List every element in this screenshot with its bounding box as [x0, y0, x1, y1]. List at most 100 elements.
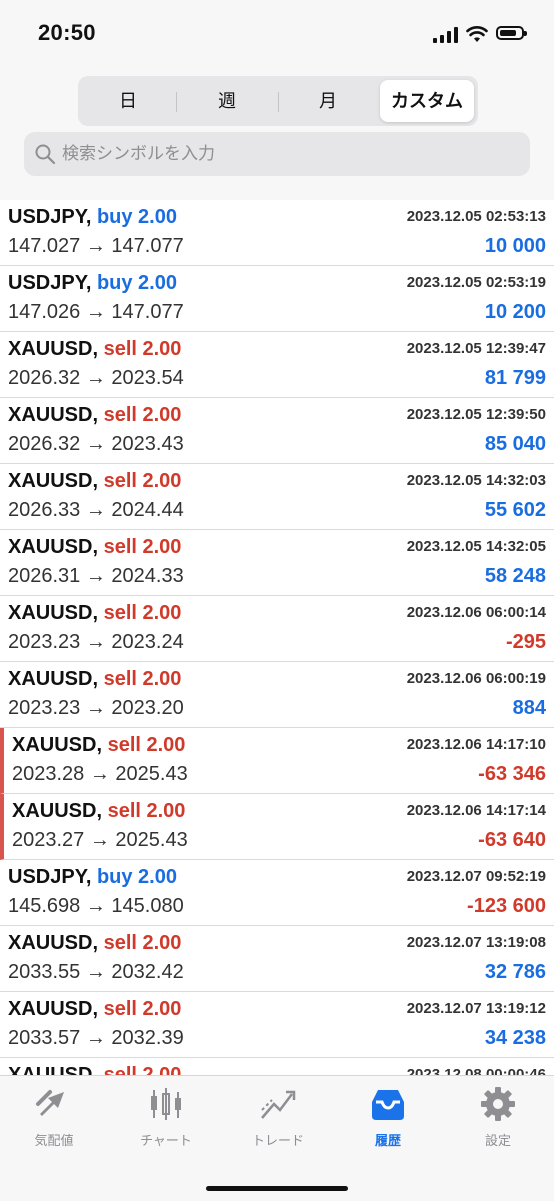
settings-icon	[481, 1087, 515, 1121]
price-arrow: →	[89, 829, 110, 851]
trade-time: 2023.12.05 12:39:47	[406, 340, 546, 357]
trade-time: 2023.12.05 14:32:05	[406, 538, 546, 555]
open-price: 2023.23	[8, 697, 81, 719]
open-price: 2026.32	[8, 433, 81, 455]
search-input[interactable]	[62, 132, 512, 176]
trade-time: 2023.12.06 06:00:19	[406, 670, 546, 687]
segment-day[interactable]: 日	[82, 80, 174, 122]
close-price: 2025.43	[115, 829, 188, 851]
trade-symbol: XAUUSD,	[8, 998, 99, 1020]
trade-symbol-line: XAUUSD, sell 2.00	[8, 602, 181, 625]
trade-profit: 34 238	[484, 1027, 546, 1049]
open-price: 2023.23	[8, 631, 81, 653]
trade-profit: 10 000	[484, 235, 546, 257]
trade-symbol-line: XAUUSD, sell 2.00	[8, 1064, 181, 1075]
search-bar[interactable]	[24, 132, 530, 176]
wifi-icon	[466, 26, 488, 42]
trade-time: 2023.12.06 06:00:14	[406, 604, 546, 621]
trade-row[interactable]: XAUUSD, sell 2.00 2023.12.06 14:17:10 2023…	[0, 728, 554, 794]
trade-symbol: XAUUSD,	[12, 734, 103, 756]
trade-symbol: XAUUSD,	[8, 404, 99, 426]
trade-row[interactable]: XAUUSD, sell 2.00 2023.12.06 14:17:14 2023…	[0, 794, 554, 860]
tab-trade[interactable]: トレード	[228, 1084, 328, 1149]
trade-profit: -295	[505, 631, 546, 653]
trade-prices: 2026.33 → 2024.44	[8, 499, 184, 522]
open-price: 2023.27	[12, 829, 85, 851]
trade-symbol: XAUUSD,	[8, 470, 99, 492]
tab-history[interactable]: 履歴	[338, 1084, 438, 1149]
tab-label: トレード	[251, 1133, 304, 1148]
close-price: 2023.54	[111, 367, 184, 389]
tab-quotes[interactable]: 気配値	[4, 1084, 104, 1149]
open-price: 2026.33	[8, 499, 81, 521]
trade-side: buy 2.00	[96, 272, 177, 294]
trade-prices: 147.027 → 147.077	[8, 235, 184, 258]
trade-symbol: USDJPY,	[8, 272, 92, 294]
close-price: 2032.39	[111, 1027, 184, 1049]
trade-prices: 2023.28 → 2025.43	[12, 763, 188, 786]
search-icon	[35, 144, 56, 165]
close-price: 2025.43	[115, 763, 188, 785]
close-price: 147.077	[111, 301, 184, 323]
trade-symbol-line: XAUUSD, sell 2.00	[8, 470, 181, 493]
trade-symbol: XAUUSD,	[8, 932, 99, 954]
segment-week[interactable]: 週	[178, 80, 276, 122]
trade-symbol: XAUUSD,	[12, 800, 103, 822]
trade-row[interactable]: XAUUSD, sell 2.00 2023.12.05 12:39:50 2026…	[0, 398, 554, 464]
segment-month[interactable]: 月	[280, 80, 376, 122]
segment-custom[interactable]: カスタム	[380, 80, 474, 122]
trade-profit: 32 786	[484, 961, 546, 983]
trade-symbol-line: XAUUSD, sell 2.00	[8, 404, 181, 427]
trade-side: buy 2.00	[96, 866, 177, 888]
trade-symbol: XAUUSD,	[8, 1064, 99, 1075]
trade-history-list[interactable]: USDJPY, buy 2.00 2023.12.05 02:53:13 147.0…	[0, 200, 554, 1075]
quotes-icon	[36, 1090, 64, 1116]
price-arrow: →	[85, 631, 106, 653]
trade-time: 2023.12.05 12:39:50	[406, 406, 546, 423]
trade-row[interactable]: XAUUSD, sell 2.00 2023.12.05 12:39:47 2026…	[0, 332, 554, 398]
trade-time: 2023.12.05 14:32:03	[406, 472, 546, 489]
trade-prices: 2033.55 → 2032.42	[8, 961, 184, 984]
open-price: 147.026	[8, 301, 81, 323]
trade-side: sell 2.00	[103, 602, 182, 624]
tab-label: チャート	[140, 1133, 192, 1148]
tab-settings[interactable]: 設定	[448, 1084, 548, 1149]
trade-prices: 147.026 → 147.077	[8, 301, 184, 324]
trade-symbol-line: USDJPY, buy 2.00	[8, 272, 177, 295]
history-header: 日 週 月 カスタム	[0, 68, 554, 201]
status-time: 20:50	[38, 20, 96, 45]
trade-row[interactable]: USDJPY, buy 2.00 2023.12.05 02:53:19 147.0…	[0, 266, 554, 332]
trade-profit: 85 040	[484, 433, 546, 455]
tab-chart[interactable]: チャート	[116, 1084, 216, 1149]
trade-row[interactable]: USDJPY, buy 2.00 2023.12.05 02:53:13 147.0…	[0, 200, 554, 266]
close-price: 145.080	[111, 895, 184, 917]
price-arrow: →	[85, 367, 106, 389]
trade-side: sell 2.00	[103, 470, 182, 492]
trade-row[interactable]: XAUUSD, sell 2.00 2023.12.08 00:00:46	[0, 1058, 554, 1075]
status-bar: 20:50	[0, 0, 554, 68]
close-price: 2023.20	[111, 697, 184, 719]
segment-divider	[176, 92, 177, 112]
trade-time: 2023.12.07 09:52:19	[406, 868, 546, 885]
trade-row[interactable]: USDJPY, buy 2.00 2023.12.07 09:52:19 145.6…	[0, 860, 554, 926]
close-price: 2023.24	[111, 631, 184, 653]
trade-profit: -63 640	[478, 829, 546, 851]
trade-symbol-line: XAUUSD, sell 2.00	[8, 536, 181, 559]
period-segmented-control: 日 週 月 カスタム	[78, 76, 478, 126]
trade-row[interactable]: XAUUSD, sell 2.00 2023.12.05 14:32:03 2026…	[0, 464, 554, 530]
open-price: 147.027	[8, 235, 81, 257]
trade-side: sell 2.00	[107, 800, 186, 822]
trade-symbol-line: XAUUSD, sell 2.00	[8, 338, 181, 361]
trade-row[interactable]: XAUUSD, sell 2.00 2023.12.06 06:00:19 2023…	[0, 662, 554, 728]
tab-bar: 気配値 チャート トレード 履歴 設定	[0, 1075, 554, 1201]
trade-row[interactable]: XAUUSD, sell 2.00 2023.12.07 13:19:12 2033…	[0, 992, 554, 1058]
trade-symbol: XAUUSD,	[8, 602, 99, 624]
trade-symbol-line: XAUUSD, sell 2.00	[12, 734, 185, 757]
close-price: 2023.43	[111, 433, 184, 455]
tab-label: 気配値	[34, 1133, 74, 1148]
trade-row[interactable]: XAUUSD, sell 2.00 2023.12.06 06:00:14 2023…	[0, 596, 554, 662]
trade-row[interactable]: XAUUSD, sell 2.00 2023.12.07 13:19:08 2033…	[0, 926, 554, 992]
open-price: 2026.31	[8, 565, 81, 587]
trade-time: 2023.12.06 14:17:14	[406, 802, 546, 819]
trade-row[interactable]: XAUUSD, sell 2.00 2023.12.05 14:32:05 2026…	[0, 530, 554, 596]
